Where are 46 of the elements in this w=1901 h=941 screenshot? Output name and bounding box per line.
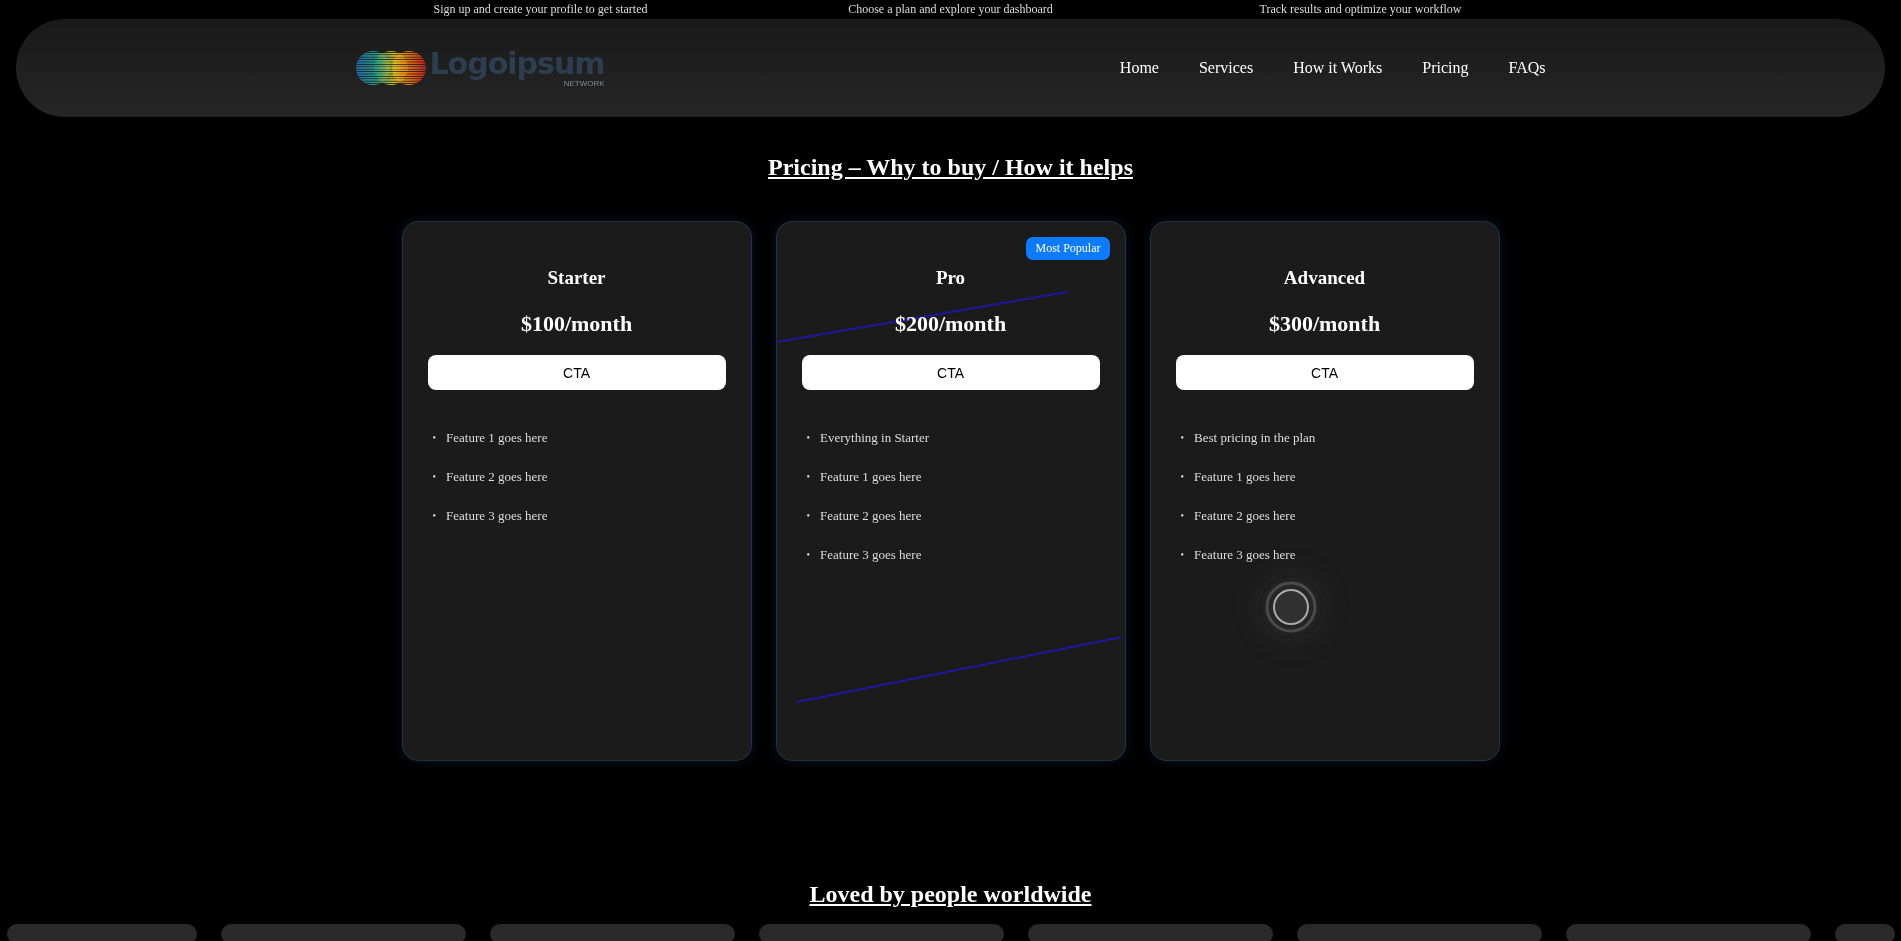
bullet: • xyxy=(432,470,436,484)
feature-item: Everything in Starter xyxy=(820,429,930,447)
section-title: Pricing – Why to buy / How it helps xyxy=(767,153,1134,182)
ring-icon xyxy=(1259,576,1322,638)
feature-item: Feature 2 goes here xyxy=(446,468,548,486)
bullet: • xyxy=(1180,548,1184,562)
cta-button[interactable]: CTA xyxy=(1175,355,1474,390)
feature-item: Feature 2 goes here xyxy=(1194,507,1296,525)
feature-item: Feature 3 goes here xyxy=(446,507,548,525)
plan-price: $100/month xyxy=(519,310,634,338)
bullet: • xyxy=(806,431,810,445)
step-text: Track results and optimize your workflow xyxy=(1258,1,1463,18)
bullet: • xyxy=(806,509,810,523)
bullet: • xyxy=(1180,509,1184,523)
testimonial-card xyxy=(1834,924,1895,941)
bullet: • xyxy=(432,431,436,445)
feature-item: Feature 3 goes here xyxy=(1194,546,1296,564)
section-title: Loved by people worldwide xyxy=(808,880,1093,909)
bullet: • xyxy=(806,548,810,562)
logo-icon xyxy=(355,48,426,88)
nav-link[interactable]: Pricing xyxy=(1422,59,1469,77)
feature-item: Feature 1 goes here xyxy=(446,429,548,447)
nav-link[interactable]: How it Works xyxy=(1293,59,1383,77)
feature-item: Feature 3 goes here xyxy=(820,546,922,564)
plan-price: $300/month xyxy=(1267,310,1382,338)
plan-name: Pro xyxy=(934,266,967,290)
bullet: • xyxy=(1180,431,1184,445)
nav-link[interactable]: Services xyxy=(1198,59,1254,77)
plan-name: Advanced xyxy=(1282,266,1367,290)
feature-item: Feature 1 goes here xyxy=(1194,468,1296,486)
cta-button[interactable]: CTA xyxy=(801,355,1100,390)
feature-item: Best pricing in the plan xyxy=(1194,429,1316,447)
bullet: • xyxy=(806,470,810,484)
feature-item: Feature 2 goes here xyxy=(820,507,922,525)
logo-tagline: NETWORK xyxy=(563,79,605,88)
nav-link[interactable]: FAQs xyxy=(1508,59,1546,77)
bullet: • xyxy=(432,509,436,523)
cta-button[interactable]: CTA xyxy=(427,355,726,390)
step-text: Choose a plan and explore your dashboard xyxy=(847,1,1054,18)
plan-price: $200/month xyxy=(893,310,1008,338)
bullet: • xyxy=(1180,470,1184,484)
step-text: Sign up and create your profile to get started xyxy=(432,1,649,18)
popular-badge: Most Popular xyxy=(1026,237,1110,260)
plan-name: Starter xyxy=(546,266,607,290)
feature-item: Feature 1 goes here xyxy=(820,468,922,486)
nav-link[interactable]: Home xyxy=(1119,59,1159,77)
